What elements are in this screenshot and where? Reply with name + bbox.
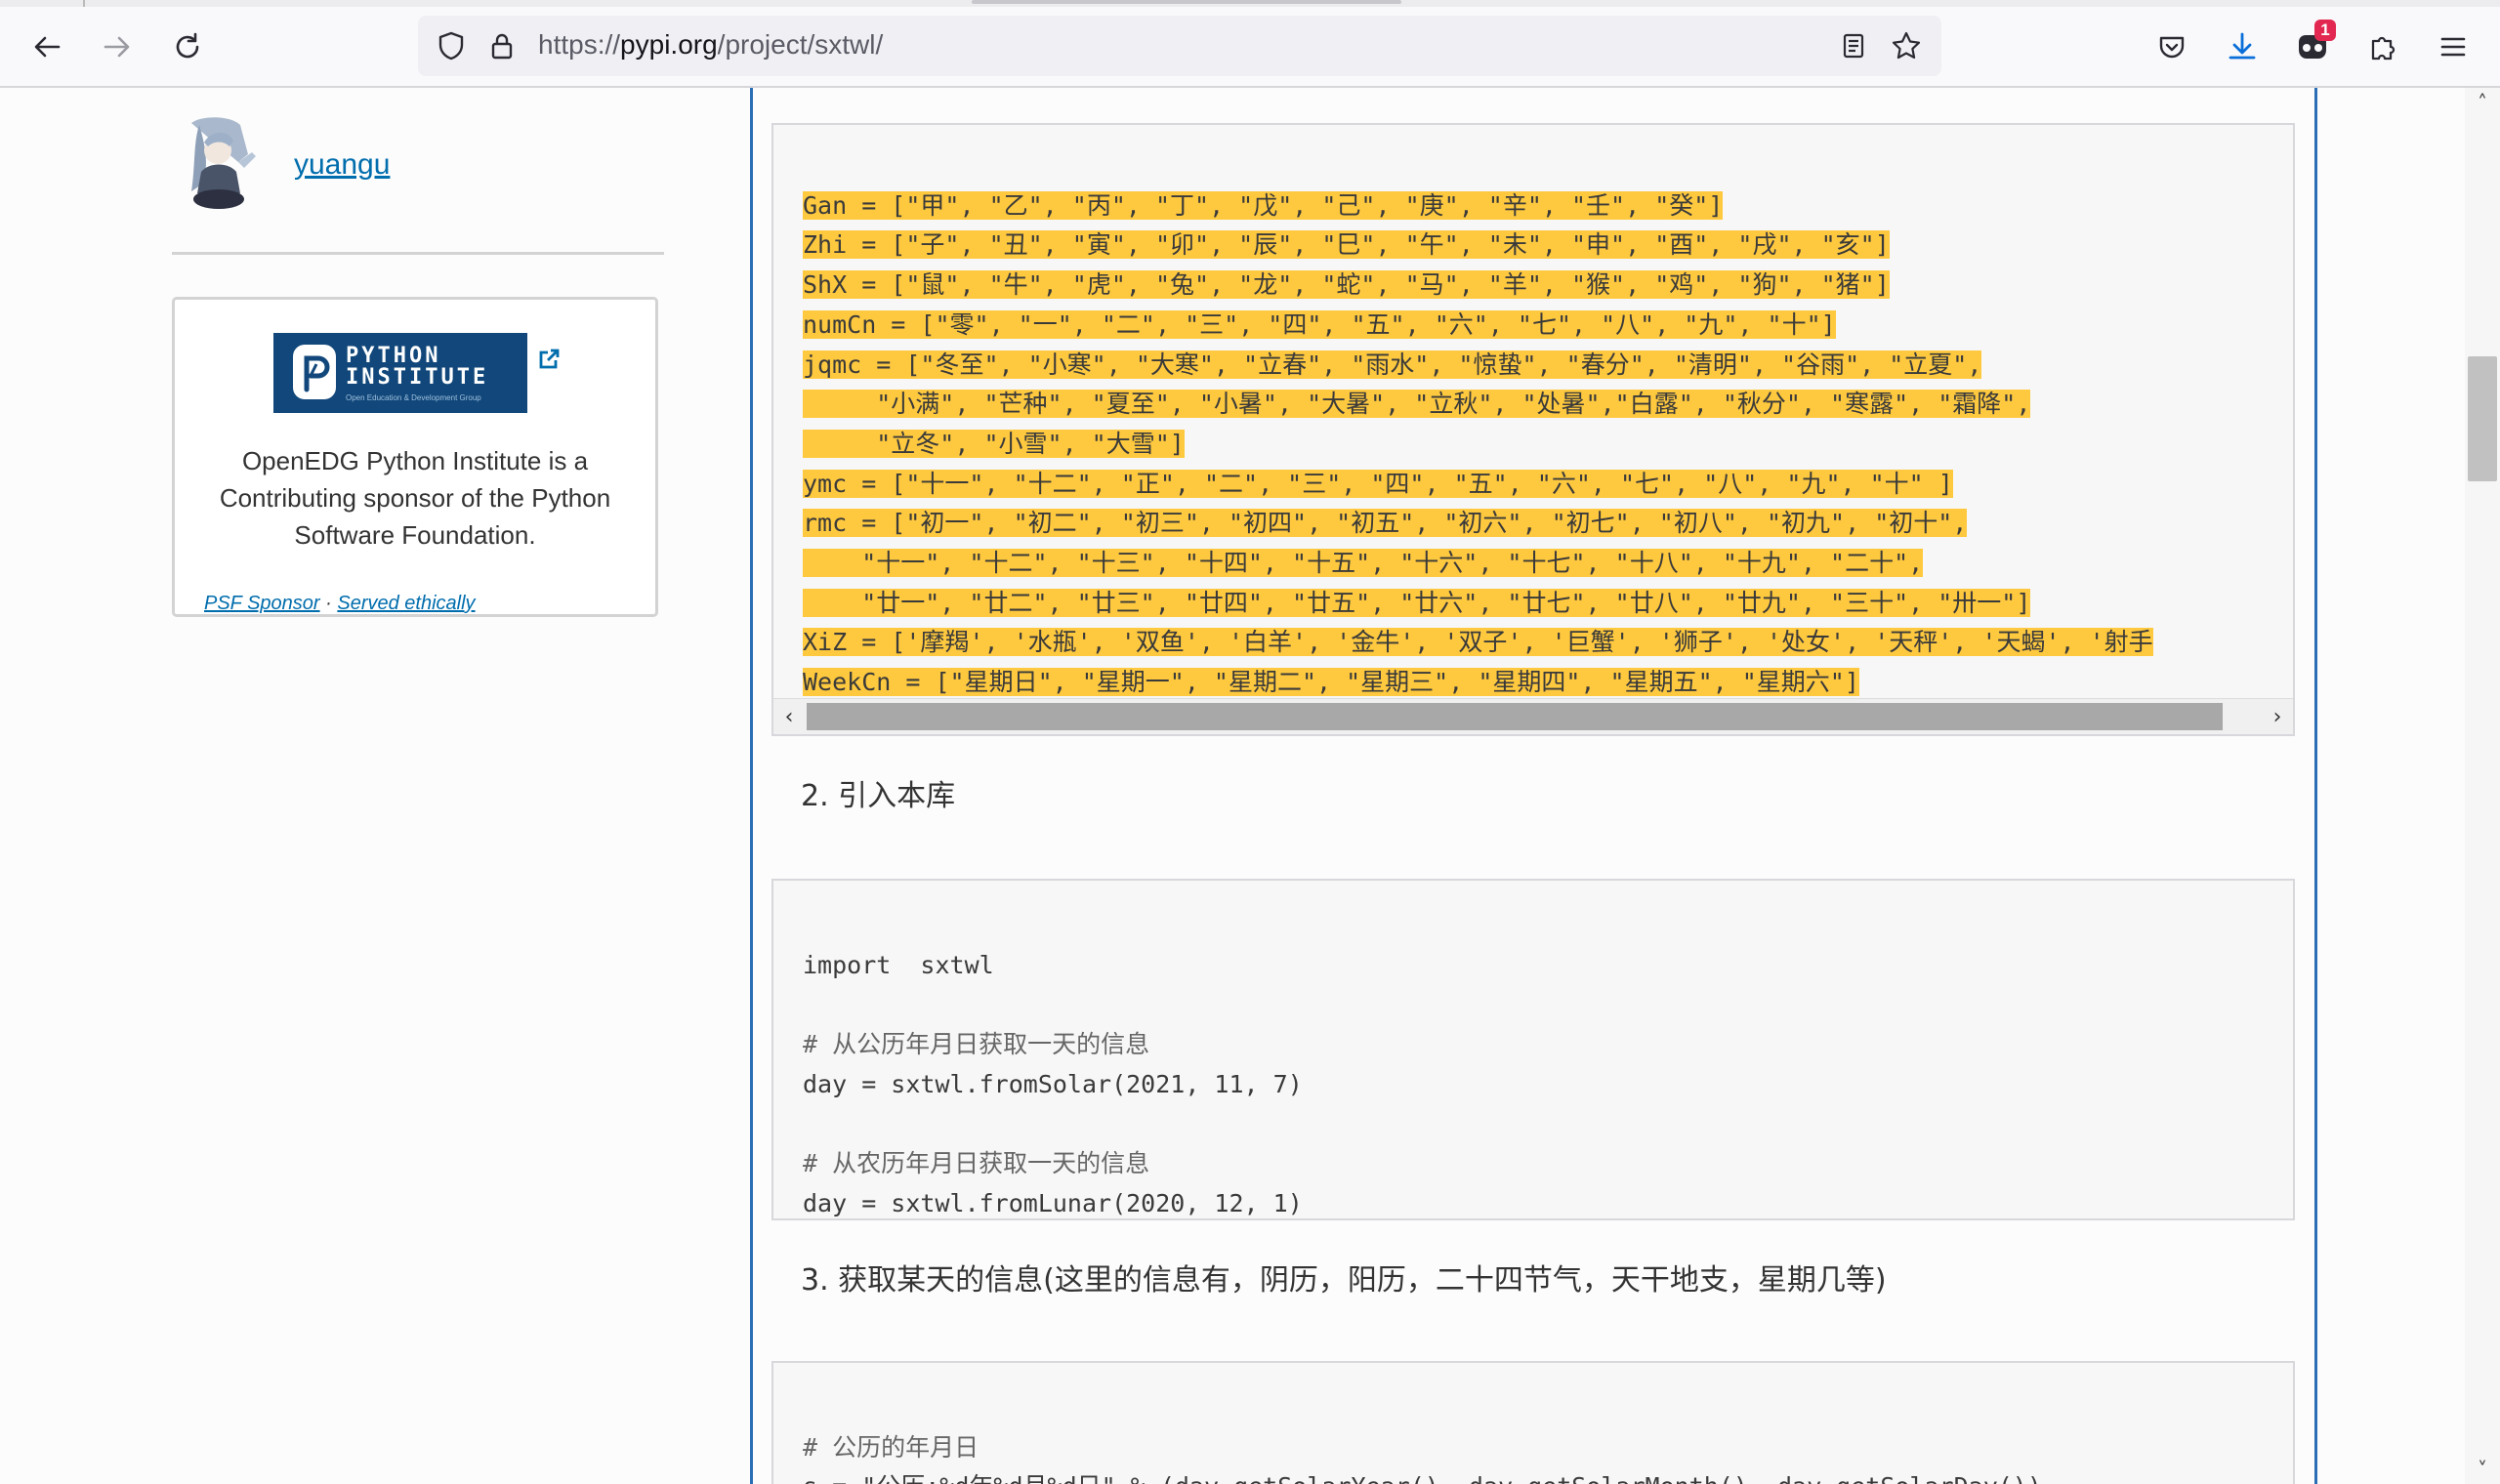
bookmark-star-icon[interactable] bbox=[1889, 28, 1924, 63]
code-comment: # 公历的年月日 bbox=[803, 1432, 979, 1462]
reload-icon bbox=[176, 32, 199, 59]
code-block-import[interactable]: import sxtwl # 从公历年月日获取一天的信息 day = sxtwl… bbox=[771, 879, 2295, 1220]
code-line: import sxtwl bbox=[803, 950, 994, 979]
logo-tagline: Open Education & Development Group bbox=[346, 393, 481, 402]
description-left-border bbox=[750, 88, 753, 1484]
pocket-icon bbox=[2159, 36, 2185, 59]
logo-line-2: INSTITUTE bbox=[346, 365, 489, 390]
downloads-button[interactable] bbox=[2217, 21, 2268, 72]
shield-icon[interactable] bbox=[434, 28, 469, 63]
code-line: "十一", "十二", "十三", "十四", "十五", "十六", "十七"… bbox=[803, 549, 1924, 578]
psf-sponsor-link[interactable]: PSF Sponsor bbox=[204, 593, 320, 614]
url-text[interactable]: https://pypi.org/project/sxtwl/ bbox=[538, 29, 883, 61]
description-right-border bbox=[2314, 88, 2317, 1484]
puzzle-icon bbox=[2371, 36, 2396, 61]
hamburger-menu-icon bbox=[2440, 37, 2466, 57]
code-comment: # 从公历年月日获取一天的信息 bbox=[803, 1030, 1150, 1059]
code-line: Zhi = ["子", "丑", "寅", "卯", "辰", "巳", "午"… bbox=[803, 230, 1890, 260]
external-link-icon[interactable] bbox=[536, 347, 562, 372]
code-line: XiZ = ['摩羯', '水瓶', '双鱼', '白羊', '金牛', '双子… bbox=[803, 628, 2153, 657]
heading-get-day-info: 3. 获取某天的信息(这里的信息有，阴历，阳历，二十四节气，天干地支，星期几等) bbox=[801, 1263, 1887, 1298]
code-line: jqmc = ["冬至", "小寒", "大寒", "立春", "雨水", "惊… bbox=[803, 350, 1982, 379]
code-line: day = sxtwl.fromSolar(2021, 11, 7) bbox=[803, 1069, 1303, 1098]
code-line: WeekCn = ["星期日", "星期一", "星期二", "星期三", "星… bbox=[803, 668, 1859, 697]
heading-import: 2. 引入本库 bbox=[801, 779, 956, 813]
scroll-left-arrow-icon[interactable]: ‹ bbox=[773, 699, 805, 734]
reader-view-icon[interactable] bbox=[1836, 28, 1871, 63]
reload-button[interactable] bbox=[162, 21, 213, 72]
served-ethically-link[interactable]: Served ethically bbox=[337, 593, 475, 614]
code-comment: # 从农历年月日获取一天的信息 bbox=[803, 1149, 1150, 1178]
sponsor-links: PSF Sponsor · Served ethically bbox=[204, 593, 476, 615]
back-button[interactable] bbox=[21, 21, 72, 72]
code-line: "立冬", "小雪", "大雪"] bbox=[803, 429, 1185, 458]
code-horizontal-scrollbar[interactable]: ‹ › bbox=[773, 698, 2293, 734]
code-line: ymc = ["十一", "十二", "正", "二", "三", "四", "… bbox=[803, 469, 1953, 498]
extensions-button[interactable] bbox=[2357, 21, 2408, 72]
tab-strip bbox=[0, 0, 2500, 7]
code-line: numCn = ["零", "一", "二", "三", "四", "五", "… bbox=[803, 309, 1836, 339]
code-text[interactable]: # 公历的年月日 s = "公历:%d年%d月%d日" % (day.getSo… bbox=[803, 1388, 2042, 1484]
page-content: yuangu PYTHON INSTITUTE Open Education &… bbox=[0, 88, 2465, 1484]
code-line: "小满", "芒种", "夏至", "小暑", "大暑", "立秋", "处暑"… bbox=[803, 390, 2031, 419]
tab-separator bbox=[83, 0, 85, 7]
maintainer-link[interactable]: yuangu bbox=[294, 148, 390, 182]
python-institute-logo[interactable]: PYTHON INSTITUTE Open Education & Develo… bbox=[273, 333, 527, 413]
page-scrollbar-thumb[interactable] bbox=[2468, 356, 2497, 481]
code-line: s = "公历:%d年%d月%d日" % (day.getSolarYear()… bbox=[803, 1472, 2042, 1484]
extension-button[interactable]: 1 bbox=[2287, 20, 2338, 72]
python-institute-mark-icon bbox=[293, 345, 336, 399]
sponsor-card: PYTHON INSTITUTE Open Education & Develo… bbox=[172, 297, 658, 617]
code-block-solar-date[interactable]: # 公历的年月日 s = "公历:%d年%d月%d日" % (day.getSo… bbox=[771, 1361, 2295, 1484]
browser-toolbar: https://pypi.org/project/sxtwl/ 1 bbox=[0, 0, 2500, 88]
link-separator: · bbox=[319, 593, 338, 614]
code-line: day = sxtwl.fromLunar(2020, 12, 1) bbox=[803, 1188, 1303, 1217]
address-bar[interactable]: https://pypi.org/project/sxtwl/ bbox=[418, 16, 1941, 76]
page-vertical-scrollbar[interactable]: ˄ ˅ bbox=[2465, 88, 2500, 1484]
sidebar-divider bbox=[172, 252, 664, 255]
scrollbar-thumb[interactable] bbox=[807, 703, 2223, 730]
scroll-up-arrow-icon[interactable]: ˄ bbox=[2465, 88, 2500, 117]
extension-badge: 1 bbox=[2314, 20, 2336, 41]
code-text[interactable]: import sxtwl # 从公历年月日获取一天的信息 day = sxtwl… bbox=[803, 906, 1303, 1218]
code-line: ShX = ["鼠", "牛", "虎", "兔", "龙", "蛇", "马"… bbox=[803, 270, 1890, 300]
arrow-left-icon bbox=[34, 36, 61, 58]
scroll-down-arrow-icon[interactable]: ˅ bbox=[2465, 1455, 2500, 1484]
forward-button[interactable] bbox=[92, 21, 143, 72]
scroll-right-arrow-icon[interactable]: › bbox=[2262, 699, 2293, 734]
window-drag-handle[interactable] bbox=[972, 0, 1401, 4]
pocket-button[interactable] bbox=[2146, 21, 2197, 72]
code-text[interactable]: Gan = ["甲", "乙", "丙", "丁", "戊", "己", "庚"… bbox=[803, 146, 2153, 734]
maintainer: yuangu bbox=[172, 113, 664, 221]
sponsor-description: OpenEDG Python Institute is a Contributi… bbox=[219, 446, 611, 550]
download-icon bbox=[2229, 32, 2256, 60]
arrow-right-icon bbox=[104, 36, 130, 58]
lock-icon[interactable] bbox=[484, 28, 520, 63]
avatar[interactable] bbox=[172, 113, 270, 211]
menu-button[interactable] bbox=[2428, 21, 2479, 72]
code-block-constants[interactable]: Gan = ["甲", "乙", "丙", "丁", "戊", "己", "庚"… bbox=[771, 123, 2295, 736]
code-line: Gan = ["甲", "乙", "丙", "丁", "戊", "己", "庚"… bbox=[803, 190, 1724, 220]
code-line: rmc = ["初一", "初二", "初三", "初四", "初五", "初六… bbox=[803, 509, 1968, 538]
code-line: "廿一", "廿二", "廿三", "廿四", "廿五", "廿六", "廿七"… bbox=[803, 588, 2031, 617]
